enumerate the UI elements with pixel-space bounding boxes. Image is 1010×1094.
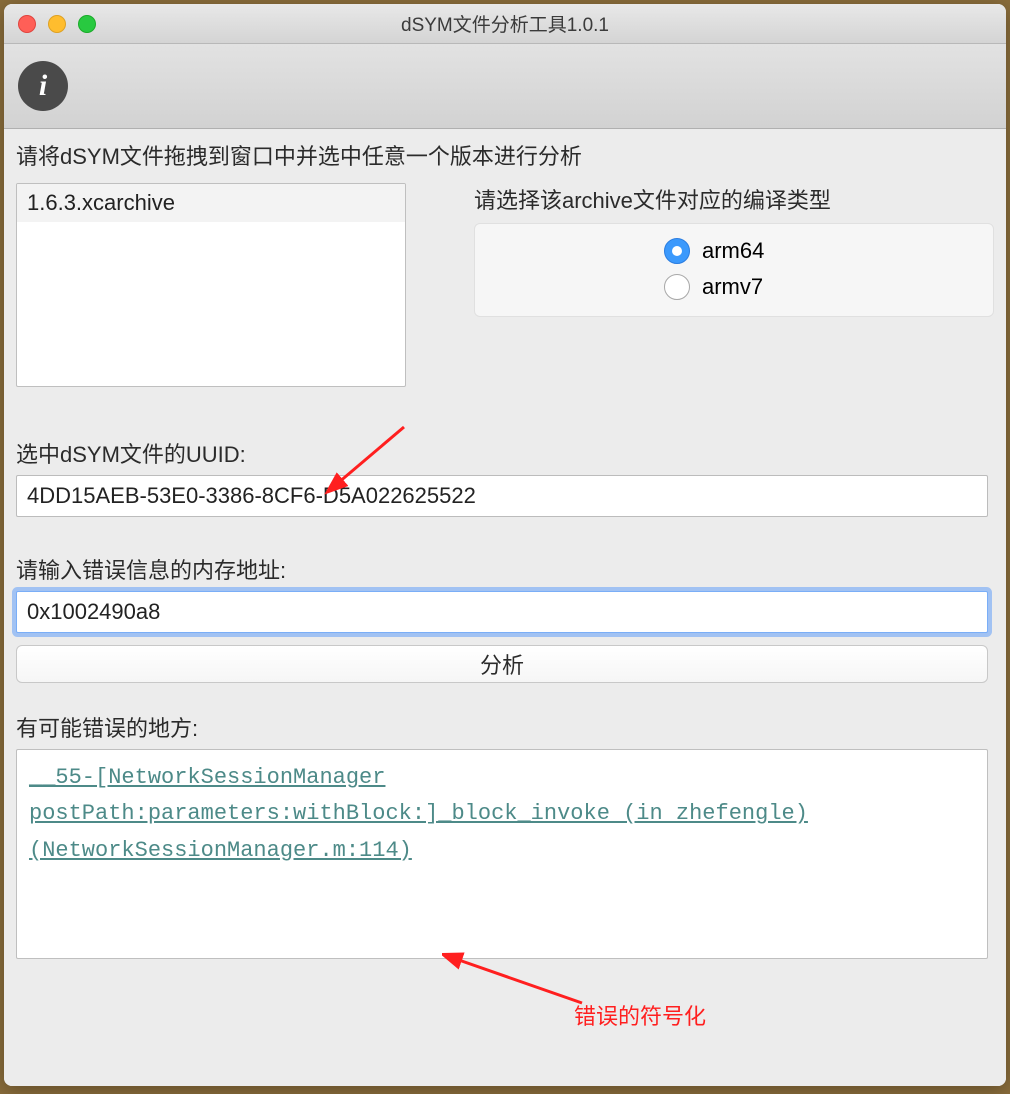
uuid-label: 选中dSYM文件的UUID: (16, 437, 994, 469)
arch-panel: arm64 armv7 (474, 223, 994, 317)
toolbar: i (4, 44, 1006, 129)
annotation-text: 错误的符号化 (574, 999, 706, 1031)
result-label: 有可能错误的地方: (16, 711, 994, 743)
radio-icon (664, 274, 690, 300)
info-glyph: i (39, 69, 47, 103)
address-label: 请输入错误信息的内存地址: (16, 553, 994, 585)
radio-icon (664, 238, 690, 264)
top-row: 1.6.3.xcarchive 请选择该archive文件对应的编译类型 arm… (16, 183, 994, 387)
list-item[interactable]: 1.6.3.xcarchive (17, 184, 405, 222)
radio-armv7[interactable]: armv7 (664, 274, 804, 300)
radio-label: armv7 (702, 274, 763, 300)
minimize-icon[interactable] (48, 15, 66, 33)
window-title: dSYM文件分析工具1.0.1 (4, 10, 1006, 37)
maximize-icon[interactable] (78, 15, 96, 33)
dsym-file-list[interactable]: 1.6.3.xcarchive (16, 183, 406, 387)
result-output[interactable]: __55-[NetworkSessionManager postPath:par… (16, 749, 988, 959)
content-area: 请将dSYM文件拖拽到窗口中并选中任意一个版本进行分析 1.6.3.xcarch… (4, 129, 1006, 1086)
app-window: dSYM文件分析工具1.0.1 i 请将dSYM文件拖拽到窗口中并选中任意一个版… (4, 4, 1006, 1086)
arch-section: 请选择该archive文件对应的编译类型 arm64 armv7 (474, 183, 994, 317)
info-icon[interactable]: i (18, 61, 68, 111)
address-field[interactable] (16, 591, 988, 633)
drag-instruction: 请将dSYM文件拖拽到窗口中并选中任意一个版本进行分析 (16, 139, 994, 171)
traffic-lights (18, 15, 96, 33)
annotation-arrow-icon (442, 951, 602, 1011)
arch-label: 请选择该archive文件对应的编译类型 (474, 183, 994, 215)
analyze-button[interactable]: 分析 (16, 645, 988, 683)
close-icon[interactable] (18, 15, 36, 33)
radio-label: arm64 (702, 238, 764, 264)
radio-arm64[interactable]: arm64 (664, 238, 804, 264)
titlebar: dSYM文件分析工具1.0.1 (4, 4, 1006, 44)
uuid-field[interactable] (16, 475, 988, 517)
